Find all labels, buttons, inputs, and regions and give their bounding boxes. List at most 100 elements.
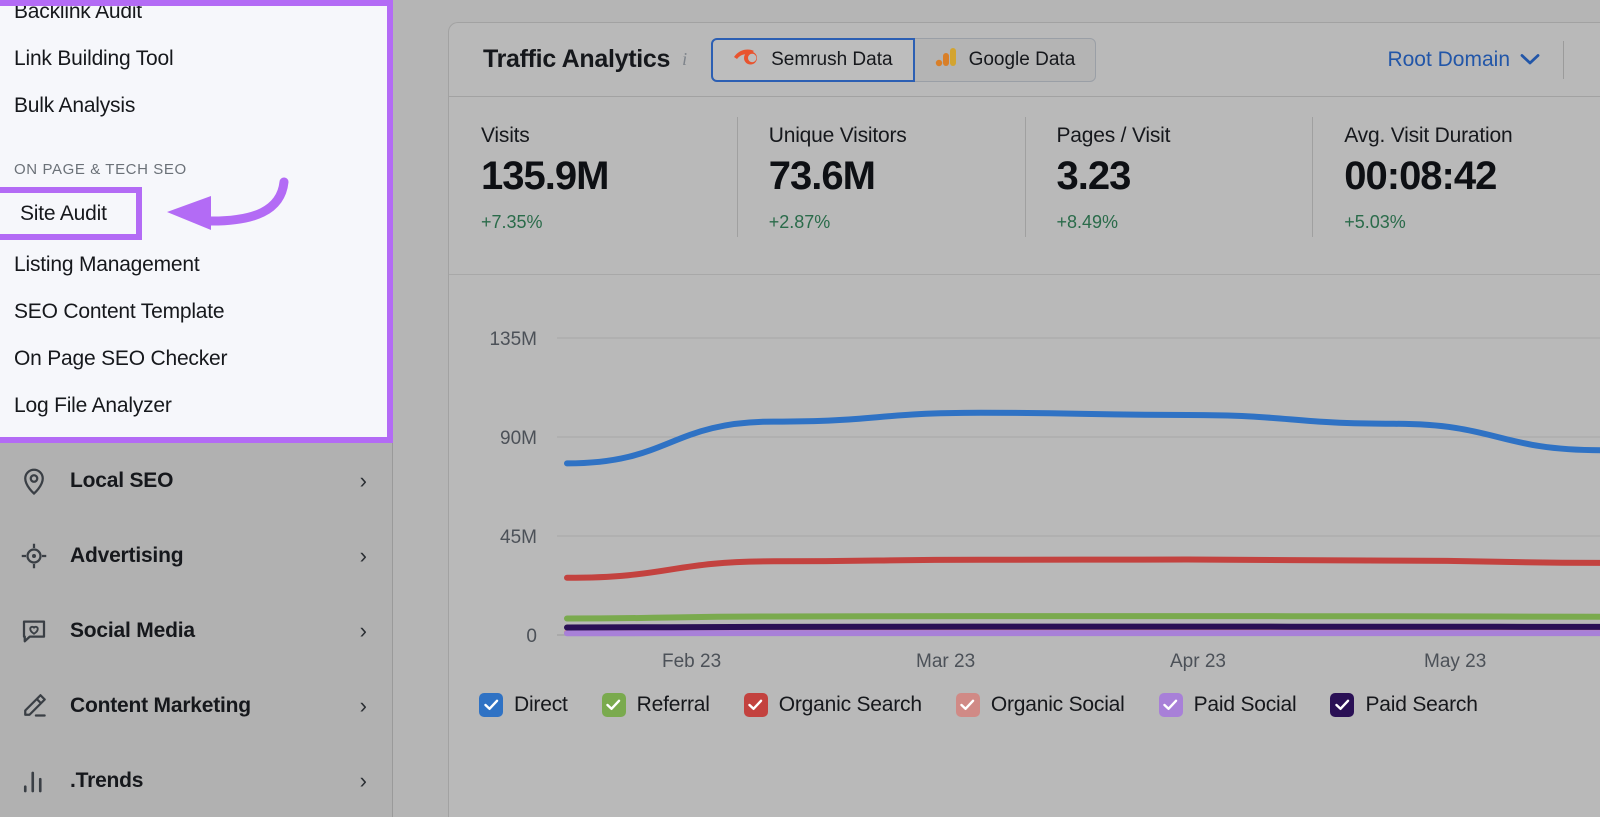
submenu-item-label: Listing Management	[14, 252, 200, 276]
main-content-panel: Traffic Analytics i Semrush Data Google …	[448, 22, 1600, 817]
app-root: Local SEO › Advertising › Social Media ›…	[0, 0, 1600, 817]
metric-delta: +5.03%	[1344, 212, 1406, 232]
traffic-chart: 0 45M 90M 135M Feb 23 Mar 23 Apr 23 May 23 Dire…	[449, 275, 1600, 745]
metric-delta: +2.87%	[768, 212, 831, 232]
submenu-item-on-page-seo-checker[interactable]: On Page SEO Checker	[0, 335, 381, 382]
metric-delta: +8.49%	[1056, 212, 1119, 232]
sidebar-item-label: Content Marketing	[70, 693, 251, 717]
sidebar-item-local-seo[interactable]: Local SEO ›	[0, 443, 393, 518]
x-axis-tick-label: Apr 23	[1170, 651, 1226, 672]
metric-label: Visits	[481, 124, 530, 147]
semrush-logo-icon	[733, 47, 759, 73]
submenu-item-label: SEO Content Template	[14, 299, 225, 323]
scope-selector-label: Root Domain	[1387, 47, 1510, 71]
legend-checkbox[interactable]	[743, 693, 768, 717]
submenu-item-label: On Page SEO Checker	[14, 346, 228, 370]
sidebar-item-label: .Trends	[70, 768, 144, 792]
submenu-item-label: Site Audit	[20, 201, 107, 225]
tab-google-data[interactable]: Google Data	[913, 37, 1097, 82]
chevron-right-icon: ›	[359, 617, 367, 643]
legend-checkbox[interactable]	[1330, 693, 1355, 717]
submenu-item-site-audit[interactable]: Site Audit	[0, 187, 142, 240]
panel-header: Traffic Analytics i Semrush Data Google …	[449, 23, 1600, 97]
legend-checkbox[interactable]	[1158, 693, 1183, 717]
submenu-item-seo-content-template[interactable]: SEO Content Template	[0, 288, 381, 335]
submenu-item-label: Link Building Tool	[14, 46, 174, 70]
metric-value: 135.9M	[481, 154, 609, 198]
legend-label: Organic Social	[990, 693, 1125, 716]
submenu-item-log-file-analyzer[interactable]: Log File Analyzer	[0, 382, 381, 429]
sidebar-item-content-marketing[interactable]: Content Marketing ›	[0, 668, 393, 743]
tab-label: Google Data	[968, 48, 1076, 70]
metric-value: 00:08:42	[1344, 154, 1497, 198]
header-divider	[1563, 41, 1564, 79]
chevron-down-icon	[1520, 48, 1540, 72]
bar-chart-icon	[14, 761, 54, 801]
chevron-right-icon: ›	[359, 692, 367, 718]
legend-checkbox[interactable]	[601, 693, 626, 717]
tab-label: Semrush Data	[771, 48, 893, 70]
metrics-row: Visits 135.9M +7.35% Unique Visitors 73.…	[449, 97, 1600, 275]
legend-item-paid-search[interactable]: Paid Search	[1330, 693, 1478, 717]
submenu-item-backlink-audit[interactable]: Backlink Audit	[0, 6, 381, 35]
legend-label: Paid Search	[1365, 693, 1478, 716]
x-axis-tick-label: May 23	[1424, 651, 1486, 672]
submenu-item-label: Bulk Analysis	[14, 93, 136, 117]
legend-label: Paid Social	[1193, 693, 1297, 716]
metric-card-pages-per-visit: Pages / Visit 3.23 +8.49%	[1024, 97, 1313, 274]
chevron-right-icon: ›	[359, 467, 367, 493]
metric-delta: +7.35%	[481, 212, 543, 232]
legend-item-organic-search[interactable]: Organic Search	[743, 693, 922, 717]
y-axis-tick-label: 0	[526, 626, 537, 647]
y-axis-tick-label: 135M	[489, 329, 537, 350]
chevron-right-icon: ›	[359, 542, 367, 568]
sidebar-item-advertising[interactable]: Advertising ›	[0, 518, 393, 593]
info-icon[interactable]: i	[682, 49, 687, 70]
legend-label: Organic Search	[778, 693, 922, 716]
metric-label: Avg. Visit Duration	[1344, 124, 1513, 147]
metric-label: Pages / Visit	[1056, 124, 1171, 147]
scope-selector[interactable]: Root Domain	[1387, 48, 1540, 72]
metric-card-unique-visitors: Unique Visitors 73.6M +2.87%	[736, 97, 1025, 274]
sidebar-item-label: Social Media	[70, 618, 195, 642]
x-axis-tick-label: Feb 23	[662, 651, 721, 672]
submenu-item-bulk-analysis[interactable]: Bulk Analysis	[0, 82, 381, 129]
submenu-section-heading: ON PAGE & TECH SEO	[14, 160, 187, 178]
legend-checkbox[interactable]	[955, 693, 980, 717]
submenu-item-label: Log File Analyzer	[14, 393, 172, 417]
submenu-item-link-building-tool[interactable]: Link Building Tool	[0, 35, 381, 82]
map-pin-icon	[14, 461, 54, 501]
legend-checkbox[interactable]	[479, 693, 503, 717]
submenu-item-listing-management[interactable]: Listing Management	[0, 241, 381, 288]
metric-card-avg-visit-duration: Avg. Visit Duration 00:08:42 +5.03%	[1312, 97, 1600, 274]
chart-line-referral	[564, 613, 1600, 622]
metric-value: 73.6M	[768, 154, 876, 198]
legend-item-organic-social[interactable]: Organic Social	[955, 693, 1125, 717]
metric-card-visits: Visits 135.9M +7.35%	[449, 97, 737, 274]
tab-semrush-data[interactable]: Semrush Data	[711, 37, 915, 82]
sidebar-item-label: Advertising	[70, 543, 184, 567]
y-axis-tick-label: 45M	[500, 527, 537, 548]
sidebar-item-trends[interactable]: .Trends ›	[0, 743, 393, 817]
metric-label: Unique Visitors	[768, 124, 907, 147]
legend-label: Direct	[514, 693, 568, 716]
chart-legend: Direct Referral Organic Search Organic Soci…	[479, 693, 1512, 717]
legend-item-paid-social[interactable]: Paid Social	[1158, 693, 1297, 717]
legend-item-referral[interactable]: Referral	[601, 693, 710, 717]
target-icon	[14, 536, 54, 576]
legend-item-direct[interactable]: Direct	[479, 693, 568, 717]
chart-canvas: 0 45M 90M 135M Feb 23 Mar 23 Apr 23 May 23	[489, 329, 1600, 672]
chat-heart-icon	[14, 611, 54, 651]
legend-label: Referral	[636, 693, 710, 716]
chart-line-organic-search	[564, 556, 1600, 581]
chevron-right-icon: ›	[359, 767, 367, 793]
sidebar-item-label: Local SEO	[70, 468, 174, 492]
sidebar-item-social-media[interactable]: Social Media ›	[0, 593, 393, 668]
pencil-icon	[14, 686, 54, 726]
x-axis-tick-label: Mar 23	[916, 651, 975, 672]
chart-line-direct	[564, 409, 1600, 467]
submenu-item-label: Backlink Audit	[14, 6, 142, 23]
google-analytics-icon	[935, 46, 957, 74]
data-source-tabs: Semrush Data Google Data	[711, 37, 1097, 82]
y-axis-tick-label: 90M	[500, 428, 537, 449]
